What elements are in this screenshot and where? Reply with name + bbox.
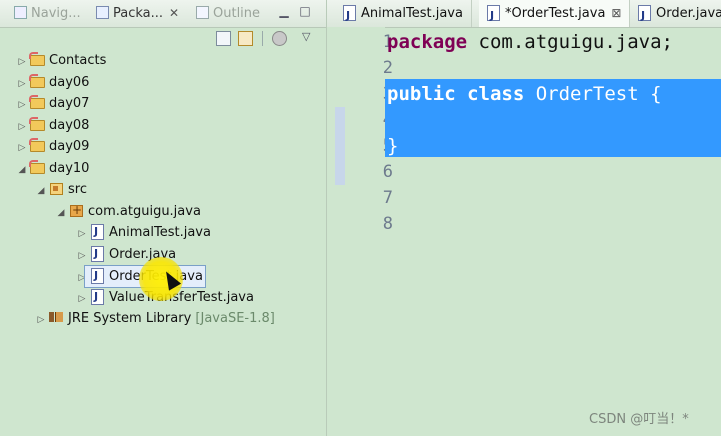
view-toolbar: ▽ [0, 28, 326, 50]
tree-item-animaltest[interactable]: ▷AnimalTest.java [77, 221, 211, 245]
package-explorer-panel: Navig... Packa... ✕ Outline ▁ □ ▽ ▷ Contac… [0, 0, 327, 436]
package-explorer-icon [96, 6, 109, 19]
toolbar-divider [262, 31, 263, 46]
code-line-1[interactable]: package com.atguigu.java; [387, 29, 673, 55]
expand-arrow-icon[interactable]: ▷ [77, 289, 87, 310]
collapse-all-icon[interactable] [216, 31, 231, 46]
maximize-icon[interactable]: □ [298, 4, 312, 18]
tab-order[interactable]: Order.java [630, 0, 721, 29]
tree-item-day10[interactable]: ◢ day10 [17, 158, 89, 179]
link-with-editor-icon[interactable] [238, 31, 253, 46]
close-icon[interactable]: ✕ [169, 6, 179, 20]
tree-item-jre-library[interactable]: ▷ JRE System Library [JavaSE-1.8] [36, 308, 275, 329]
library-icon [48, 310, 64, 324]
expand-arrow-icon[interactable]: ▷ [77, 224, 87, 245]
tab-outline[interactable]: Outline [196, 0, 260, 27]
tree-item-day08[interactable]: ▷ day08 [17, 115, 89, 136]
left-view-tabs: Navig... Packa... ✕ Outline ▁ □ [0, 0, 326, 28]
outline-icon [196, 6, 209, 19]
expand-arrow-icon[interactable]: ▷ [17, 138, 27, 159]
watermark: CSDN @叮当！* [589, 412, 689, 427]
java-file-icon [636, 2, 652, 29]
project-icon [29, 52, 45, 66]
collapse-arrow-icon[interactable]: ◢ [56, 203, 66, 224]
source-folder-icon [48, 181, 64, 195]
editor-tabs: AnimalTest.java *OrderTest.java⊠ Order.j… [327, 0, 721, 29]
code-line-5[interactable]: } [387, 133, 398, 159]
tab-navigator[interactable]: Navig... [14, 0, 81, 27]
tree-item-day07[interactable]: ▷ day07 [17, 93, 89, 114]
java-file-icon [485, 2, 501, 29]
java-file-icon [89, 221, 105, 242]
java-file-icon [89, 265, 105, 286]
minimize-icon[interactable]: ▁ [277, 4, 291, 18]
expand-arrow-icon[interactable]: ▷ [17, 52, 27, 73]
expand-arrow-icon[interactable]: ▷ [77, 246, 87, 267]
tree-item-day06[interactable]: ▷ day06 [17, 72, 89, 93]
project-icon [29, 138, 45, 152]
java-file-icon [89, 286, 105, 307]
project-icon [29, 74, 45, 88]
java-file-icon [89, 243, 105, 264]
java-file-icon [341, 2, 357, 29]
collapse-arrow-icon[interactable]: ◢ [36, 181, 46, 202]
expand-arrow-icon[interactable]: ▷ [17, 95, 27, 116]
tree-item-src[interactable]: ◢ src [36, 179, 87, 200]
code-editor[interactable]: package com.atguigu.java; public class O… [385, 27, 721, 436]
expand-arrow-icon[interactable]: ▷ [36, 310, 46, 331]
tree-item-package[interactable]: ◢com.atguigu.java [56, 200, 201, 224]
tab-ordertest[interactable]: *OrderTest.java⊠ [479, 0, 631, 29]
close-icon[interactable]: ⊠ [611, 6, 621, 20]
project-icon [29, 95, 45, 109]
tree-item-day09[interactable]: ▷ day09 [17, 136, 89, 157]
expand-arrow-icon[interactable]: ▷ [17, 74, 27, 95]
package-icon [68, 200, 84, 221]
selection-gutter-marker [335, 107, 345, 185]
editor-gutter [327, 27, 349, 436]
code-line-3[interactable]: public class OrderTest { [387, 81, 662, 107]
editor-area: AnimalTest.java *OrderTest.java⊠ Order.j… [327, 0, 721, 436]
tree-item-contacts[interactable]: ▷ Contacts [17, 50, 106, 71]
line-numbers: 1 2 3 4 5 6 7 8 [349, 27, 393, 436]
tab-package-explorer[interactable]: Packa... ✕ [96, 0, 179, 27]
project-icon [29, 117, 45, 131]
expand-arrow-icon[interactable]: ▷ [17, 117, 27, 138]
navigator-icon [14, 6, 27, 19]
focus-icon[interactable] [272, 31, 287, 46]
tab-animaltest[interactable]: AnimalTest.java [335, 0, 472, 29]
collapse-arrow-icon[interactable]: ◢ [17, 160, 27, 181]
view-menu-chevron-down-icon[interactable]: ▽ [302, 30, 310, 43]
project-icon [29, 160, 45, 174]
